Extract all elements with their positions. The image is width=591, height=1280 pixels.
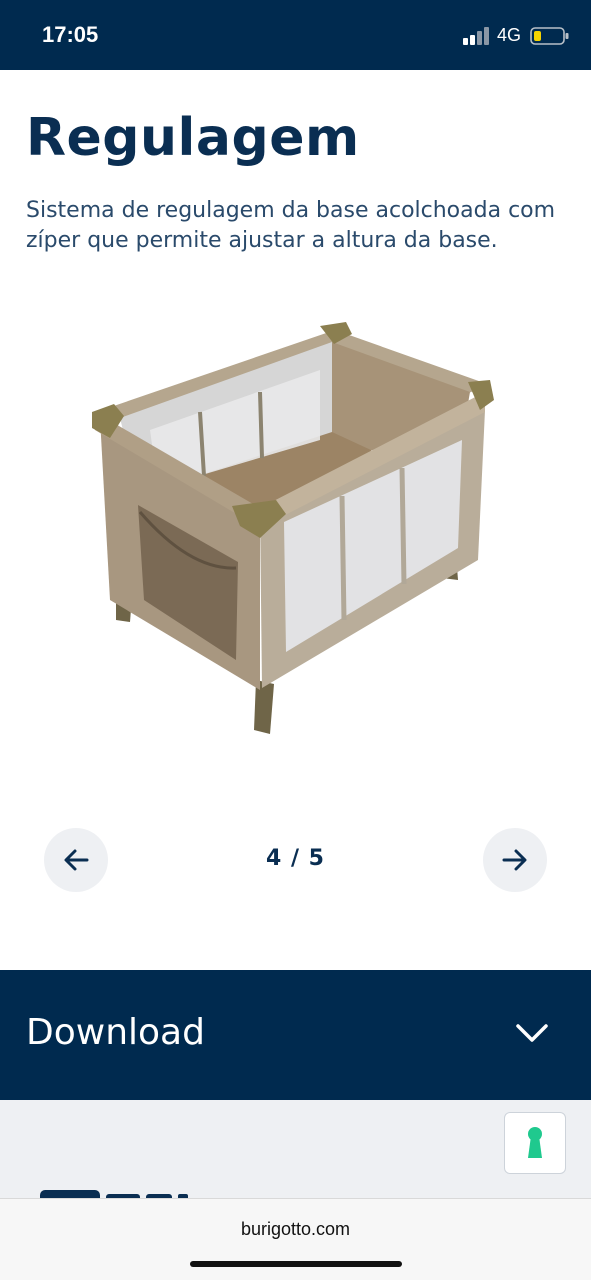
next-slide-button[interactable] [483,828,547,892]
status-time: 17:05 [42,22,99,47]
browser-address-bar[interactable]: burigotto.com [0,1198,591,1280]
download-label: Download [26,1012,205,1053]
url-text[interactable]: burigotto.com [0,1219,591,1240]
battery-icon [530,27,569,45]
page-description: Sistema de regulagem da base acolchoada … [26,198,556,253]
network-type: 4G [497,25,522,45]
home-indicator[interactable] [190,1261,402,1267]
status-bar: 17:05 4G [0,0,591,70]
product-image [92,322,494,734]
signal-icon [463,27,489,45]
download-accordion[interactable]: Download [0,970,591,1100]
page-title: Regulagem [26,108,360,168]
keyhole-icon [528,1127,542,1158]
section-heading-peek [38,1180,198,1200]
next-section [0,1100,591,1200]
chevron-down-icon [516,1024,548,1042]
accessibility-button[interactable] [504,1112,566,1174]
arrow-right-icon [502,849,527,871]
